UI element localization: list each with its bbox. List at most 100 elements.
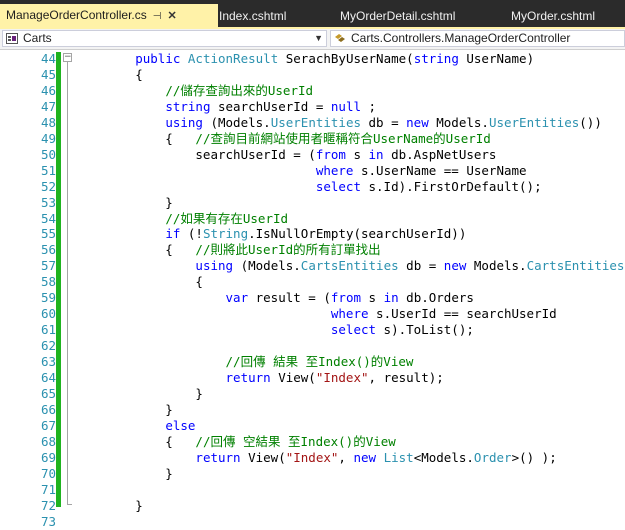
line-number: 46 — [40, 82, 56, 98]
collapse-icon[interactable]: − — [63, 53, 72, 62]
code-token: db = — [361, 114, 407, 130]
code-token: CartsEntities — [526, 258, 625, 274]
code-token: s — [361, 290, 384, 306]
code-token: UserName) — [458, 51, 535, 66]
line-number: 47 — [40, 98, 56, 114]
tab-index[interactable]: Index.cshtml — [219, 5, 286, 27]
member-name: Carts.Controllers.ManageOrderController — [351, 31, 571, 45]
tab-manageordercontroller[interactable]: ManageOrderController.cs ⊣ ✕ — [0, 4, 218, 27]
outlining-guide — [67, 58, 68, 504]
line-number: 66 — [40, 401, 56, 417]
line-number: 52 — [40, 178, 56, 194]
line-number: 51 — [40, 162, 56, 178]
line-number: 57 — [40, 258, 56, 274]
code-token: result = ( — [248, 290, 331, 306]
line-number: 53 — [40, 194, 56, 210]
code-line: { //則將此UserId的所有訂單找出 — [75, 242, 381, 258]
code-line: { — [75, 67, 143, 83]
code-token: ; — [361, 98, 377, 114]
code-editor[interactable]: 44 45 46 47 48 49 50 51 52 53 54 55 56 57 58 59 60 61 62 63… — [0, 50, 625, 529]
code-token: Order — [473, 449, 512, 465]
code-token: { — [75, 130, 196, 146]
line-number: 62 — [40, 338, 56, 354]
code-token: Models. — [466, 258, 527, 274]
code-token: searchUserId = ( — [75, 146, 316, 162]
code-token: Models. — [428, 114, 489, 130]
code-token: in — [383, 290, 399, 306]
code-token: db.Orders — [398, 290, 474, 306]
code-token: } — [75, 194, 173, 210]
line-number: 45 — [40, 66, 56, 82]
code-token: s.Id).FirstOrDefault(); — [360, 178, 542, 194]
code-token: db = — [398, 258, 444, 274]
line-number: 71 — [40, 481, 56, 497]
code-token: >() ); — [511, 449, 557, 465]
close-icon[interactable]: ✕ — [167, 5, 176, 28]
code-token: //查詢目前網站使用者暱稱符合UserName的UserId — [195, 130, 491, 146]
code-line: { //回傳 空結果 至Index()的View — [75, 434, 396, 450]
code-token: db.AspNetUsers — [383, 146, 497, 162]
project-name: Carts — [23, 31, 52, 45]
line-number: 60 — [40, 306, 56, 322]
code-token: else — [165, 417, 196, 433]
code-line: } — [75, 195, 173, 211]
line-number: 68 — [40, 433, 56, 449]
code-token: new — [443, 258, 467, 274]
code-token: //如果有存在UserId — [165, 210, 289, 226]
tab-myorder[interactable]: MyOrder.cshtml — [511, 5, 595, 27]
line-number: 58 — [40, 274, 56, 290]
code-token: <Models. — [413, 449, 474, 465]
code-token: using — [195, 258, 234, 274]
line-number: 67 — [40, 417, 56, 433]
document-tab-strip: ManageOrderController.cs ⊣ ✕ Index.cshtml … — [0, 0, 625, 27]
code-token: s).ToList(); — [376, 322, 474, 338]
code-token: } — [75, 497, 143, 513]
outlining-guide-end — [67, 504, 72, 505]
code-token: s — [345, 146, 369, 162]
code-token: //儲存查詢出來的UserId — [165, 82, 314, 98]
line-number: 73 — [40, 513, 56, 529]
code-line: if (!String.IsNullOrEmpty(searchUserId)) — [75, 226, 466, 242]
pin-icon[interactable]: ⊣ — [153, 5, 162, 28]
line-number: 72 — [40, 497, 56, 513]
code-line: } — [75, 466, 173, 482]
chevron-down-icon: ▼ — [314, 33, 323, 43]
code-token: select — [315, 178, 361, 194]
code-token: //則將此UserId的所有訂單找出 — [195, 242, 381, 258]
code-line: where s.UserId == searchUserId — [75, 306, 557, 322]
code-token: if — [165, 226, 181, 242]
code-token: SerachByUserName( — [278, 51, 414, 66]
member-dropdown[interactable]: Carts.Controllers.ManageOrderController — [330, 30, 625, 47]
tab-label: MyOrderDetail.cshtml — [340, 9, 456, 23]
code-token: in — [368, 146, 384, 162]
code-token: string — [413, 51, 459, 66]
code-line: select s).ToList(); — [75, 322, 474, 338]
code-token: CartsEntities — [300, 258, 399, 274]
code-token: { — [75, 433, 196, 449]
code-line: using (Models.CartsEntities db = new Mod… — [75, 258, 625, 274]
code-token: using — [165, 114, 203, 130]
code-line: searchUserId = (from s in db.AspNetUsers — [75, 147, 496, 163]
line-number: 63 — [40, 354, 56, 370]
project-dropdown[interactable]: Carts ▼ — [2, 30, 327, 47]
line-number: 64 — [40, 370, 56, 385]
change-tracking-bar — [56, 52, 61, 507]
code-line: select s.Id).FirstOrDefault(); — [75, 179, 542, 195]
code-token: View( — [270, 370, 316, 385]
code-token: var — [225, 290, 249, 306]
code-token: from — [315, 146, 346, 162]
tab-myorderdetail[interactable]: MyOrderDetail.cshtml — [340, 5, 455, 27]
code-token: "Index" — [315, 370, 369, 385]
line-number-gutter: 44 45 46 47 48 49 50 51 52 53 54 55 56 57 58 59 60 61 62 63… — [0, 50, 60, 529]
code-line: //儲存查詢出來的UserId — [75, 83, 313, 99]
